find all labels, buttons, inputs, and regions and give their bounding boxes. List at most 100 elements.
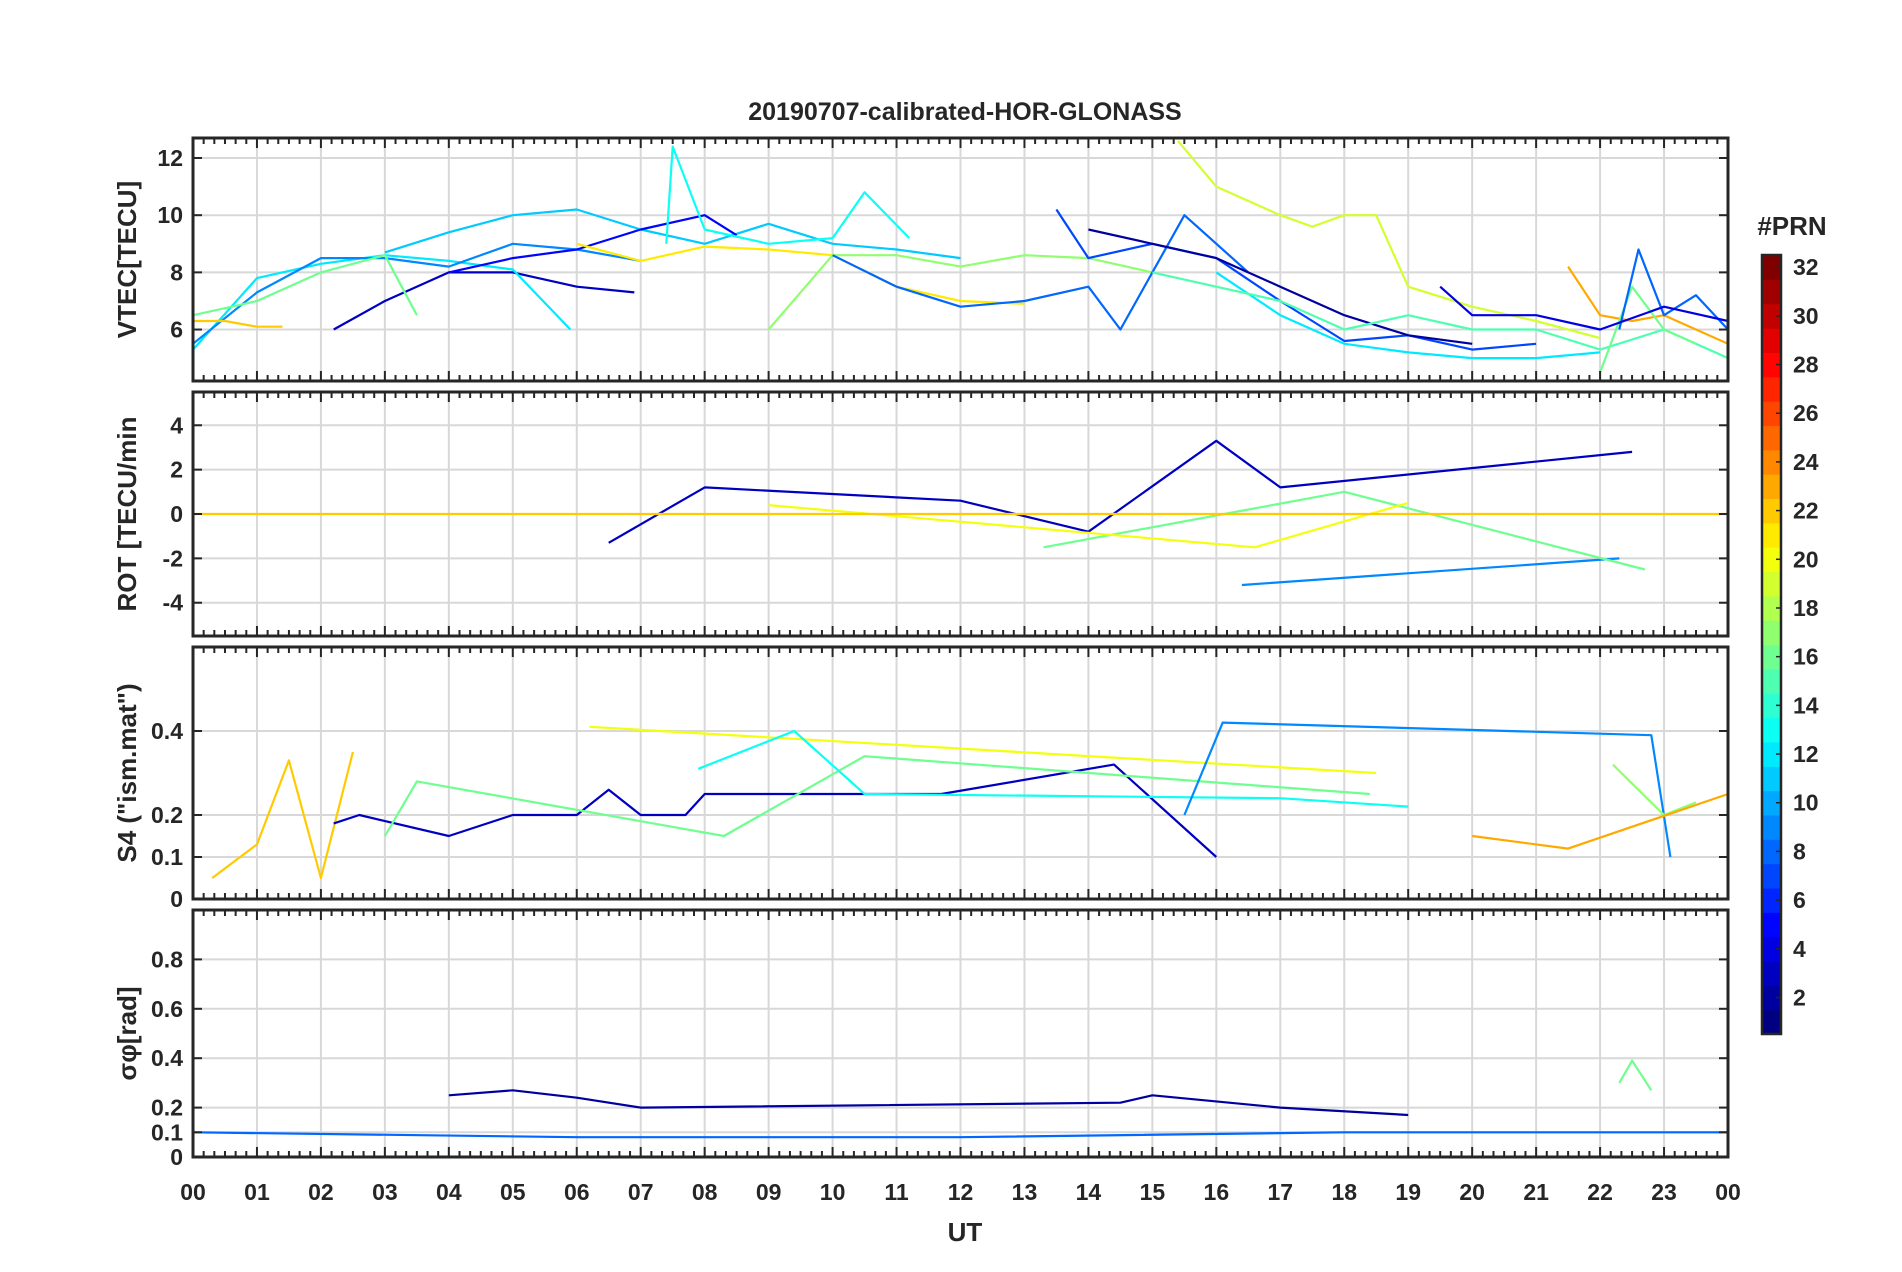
panel-s4: 0 0.1 0.2 0.4 S4 ("ism.mat") (112, 645, 1730, 912)
x-tick-label: 16 (1204, 1179, 1230, 1205)
colorbar-segment (1762, 766, 1781, 792)
x-tick-label: 01 (244, 1179, 270, 1205)
colorbar-segment (1762, 912, 1781, 938)
y-tick-label: 0.1 (151, 844, 183, 870)
y-axis-label: ROT [TECU/min (112, 417, 142, 612)
colorbar-segment (1762, 668, 1781, 694)
x-tick-label: 20 (1459, 1179, 1485, 1205)
x-tick-label: 15 (1140, 1179, 1166, 1205)
colorbar-segment (1762, 474, 1781, 500)
colorbar-segment (1762, 863, 1781, 889)
y-tick-label: 0.1 (151, 1119, 183, 1145)
plot-panels: 681012VTEC[TECU]-4-2024ROT [TECU/min00.1… (112, 136, 1730, 1170)
colorbar-tick-label: 28 (1793, 352, 1819, 378)
x-tick-label: 22 (1587, 1179, 1613, 1205)
colorbar: #PRN 2468101214161820222426283032 (1757, 211, 1827, 1036)
colorbar-tick-label: 16 (1793, 644, 1819, 670)
y-axis-label: VTEC[TECU] (112, 181, 142, 338)
x-tick-label: 04 (436, 1179, 462, 1205)
series-prn-21 (576, 242, 1025, 305)
y-tick-label: 0.4 (151, 1045, 183, 1071)
colorbar-segment (1762, 425, 1781, 451)
colorbar-tick-label: 8 (1793, 838, 1806, 864)
x-tick-label: 06 (564, 1179, 590, 1205)
colorbar-tick-label: 4 (1793, 936, 1806, 962)
colorbar-tick-label: 12 (1793, 741, 1819, 767)
y-tick-label: 0 (170, 501, 183, 527)
series-prn-9 (1241, 557, 1620, 587)
figure: 20190707-calibrated-HOR-GLONASS 6 8 10 12 VT… (112, 98, 1827, 1247)
colorbar-segment (1762, 571, 1781, 597)
colorbar-segment (1762, 960, 1781, 986)
panel-rot: -4 -2 0 2 4 ROT [TECU/min (112, 390, 1730, 638)
panel-vtec: 6 8 10 12 VTEC[TECU] (112, 136, 1730, 383)
x-tick-label: 19 (1395, 1179, 1421, 1205)
y-tick-label: 0.6 (151, 996, 183, 1022)
series-prn-22 (193, 319, 283, 328)
x-tick-label: 08 (692, 1179, 718, 1205)
colorbar-tick-label: 30 (1793, 303, 1819, 329)
colorbar-segment (1762, 717, 1781, 743)
x-tick-label: 12 (948, 1179, 974, 1205)
colorbar-tick-label: 6 (1793, 887, 1806, 913)
x-tick-label: 17 (1267, 1179, 1293, 1205)
y-tick-label: 0 (170, 1144, 183, 1170)
y-tick-label: 0.8 (151, 946, 183, 972)
x-tick-label: 14 (1076, 1179, 1102, 1205)
series-prn-11 (384, 208, 961, 260)
colorbar-tick-label: 20 (1793, 546, 1819, 572)
x-tick-label: 07 (628, 1179, 654, 1205)
x-tick-label: 21 (1523, 1179, 1549, 1205)
y-tick-label: 10 (157, 202, 183, 228)
y-tick-label: -2 (163, 545, 183, 571)
colorbar-tick-label: 24 (1793, 449, 1819, 475)
series-prn-3 (333, 271, 635, 331)
colorbar-tick-label: 22 (1793, 498, 1819, 524)
y-tick-label: 6 (170, 317, 183, 343)
chart-title: 20190707-calibrated-HOR-GLONASS (748, 98, 1181, 126)
series-prn-16 (193, 254, 418, 317)
x-tick-label: 05 (500, 1179, 526, 1205)
y-tick-label: 2 (170, 457, 183, 483)
series-prn-5 (448, 214, 738, 274)
panel-series (211, 721, 1728, 880)
colorbar-tick-label: 26 (1793, 400, 1819, 426)
colorbar-segment (1762, 279, 1781, 305)
x-tick-label: 10 (820, 1179, 846, 1205)
series-prn-2 (448, 1089, 1409, 1117)
series-prn-9 (1183, 721, 1672, 858)
x-tick-label: 02 (308, 1179, 334, 1205)
y-tick-label: -4 (163, 590, 184, 616)
colorbar-label: #PRN (1757, 211, 1826, 241)
y-tick-label: 0.2 (151, 1095, 183, 1121)
y-tick-label: 12 (157, 145, 183, 171)
y-axis-label: σφ[rad] (112, 986, 142, 1080)
y-tick-label: 8 (170, 259, 183, 285)
x-tick-label: 03 (372, 1179, 398, 1205)
colorbar-segment (1762, 328, 1781, 353)
colorbar-segment (1762, 620, 1781, 646)
colorbar-tick-label: 18 (1793, 595, 1819, 621)
colorbar-segment (1762, 522, 1781, 548)
series-prn-16 (1618, 1059, 1653, 1091)
series-prn-16 (383, 755, 1370, 838)
x-axis-label: UT (948, 1217, 983, 1247)
y-tick-label: 4 (170, 412, 183, 438)
colorbar-tick-label: 2 (1793, 984, 1806, 1010)
y-tick-label: 0 (170, 886, 183, 912)
series-prn-3 (333, 763, 1218, 858)
colorbar-segment (1762, 814, 1781, 840)
panel-sigphi: 00.10.2 0.4 0.6 0.8 σφ[rad] (112, 908, 1730, 1170)
colorbar-tick-label: 10 (1793, 790, 1819, 816)
x-tick-label: 09 (756, 1179, 782, 1205)
x-tick-label: 11 (884, 1179, 909, 1205)
x-tick-label: 18 (1331, 1179, 1357, 1205)
y-tick-label: 0.4 (151, 718, 183, 744)
x-tick-labels: 00 01 02 03 04 05 06 07 08 09 10 11 12 13 14 15 16 17 18 19… (180, 1179, 1741, 1205)
x-tick-label: 00 (1715, 1179, 1741, 1205)
colorbar-tick-label: 32 (1793, 254, 1819, 280)
colorbar-tick-label: 14 (1793, 692, 1819, 718)
colorbar-segment (1762, 1009, 1781, 1035)
x-tick-label: 23 (1651, 1179, 1677, 1205)
y-tick-label: 0.2 (151, 802, 183, 828)
